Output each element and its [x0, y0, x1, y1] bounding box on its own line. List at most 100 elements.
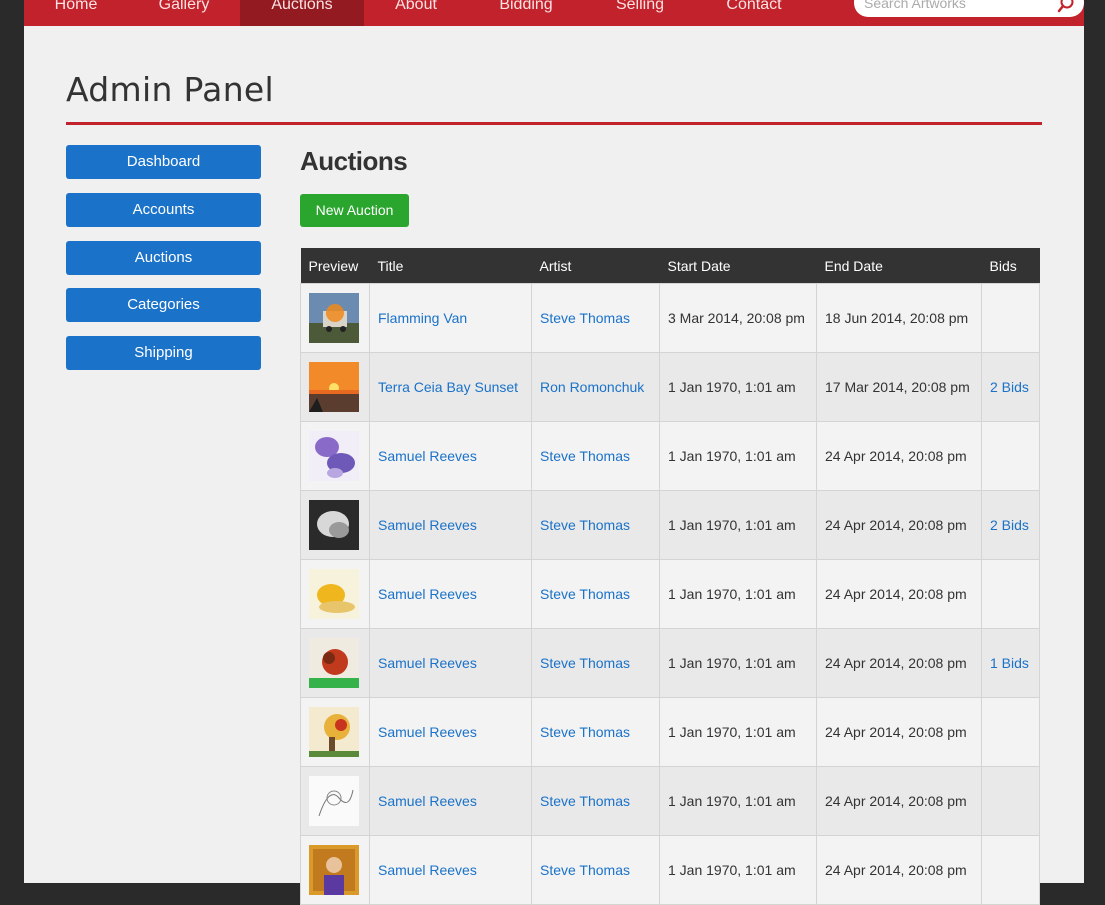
artwork-thumbnail[interactable] — [309, 845, 359, 895]
auction-title-link[interactable]: Samuel Reeves — [378, 724, 477, 740]
end-date-cell: 24 Apr 2014, 20:08 pm — [816, 835, 982, 905]
start-date-cell: 1 Jan 1970, 1:01 am — [659, 559, 817, 629]
sidebar-shipping-button[interactable]: Shipping — [66, 336, 261, 370]
table-row: Flamming Van Steve Thomas 3 Mar 2014, 20:0… — [300, 283, 1040, 353]
artwork-thumbnail[interactable] — [309, 431, 359, 481]
nav-home[interactable]: Home — [36, 0, 116, 26]
title-cell: Samuel Reeves — [369, 628, 532, 698]
sidebar-dashboard-button[interactable]: Dashboard — [66, 145, 261, 179]
nav-about[interactable]: About — [376, 0, 456, 26]
nav-contact[interactable]: Contact — [714, 0, 794, 26]
artwork-thumbnail[interactable] — [309, 707, 359, 757]
preview-cell — [300, 559, 370, 629]
bids-cell — [981, 835, 1040, 905]
auction-title-link[interactable]: Flamming Van — [378, 310, 467, 326]
start-date-cell: 1 Jan 1970, 1:01 am — [659, 697, 817, 767]
artwork-thumbnail[interactable] — [309, 638, 359, 688]
title-cell: Samuel Reeves — [369, 490, 532, 560]
search-input[interactable]: Search Artworks — [854, 0, 1084, 17]
artist-cell: Steve Thomas — [531, 766, 660, 836]
artist-link[interactable]: Steve Thomas — [540, 310, 630, 326]
auction-title-link[interactable]: Samuel Reeves — [378, 862, 477, 878]
preview-cell — [300, 628, 370, 698]
bids-link[interactable]: 2 Bids — [990, 517, 1029, 533]
artist-link[interactable]: Steve Thomas — [540, 517, 630, 533]
search-icon[interactable] — [1056, 0, 1076, 14]
start-date-cell: 3 Mar 2014, 20:08 pm — [659, 283, 817, 353]
title-cell: Samuel Reeves — [369, 559, 532, 629]
nav-bidding[interactable]: Bidding — [486, 0, 566, 26]
artist-link[interactable]: Steve Thomas — [540, 793, 630, 809]
artwork-thumbnail[interactable] — [309, 500, 359, 550]
artwork-thumbnail[interactable] — [309, 569, 359, 619]
artist-link[interactable]: Steve Thomas — [540, 862, 630, 878]
bids-cell: 2 Bids — [981, 490, 1040, 560]
sidebar-categories-button[interactable]: Categories — [66, 288, 261, 322]
end-date-cell: 24 Apr 2014, 20:08 pm — [816, 421, 982, 491]
nav-selling[interactable]: Selling — [600, 0, 680, 26]
section-title: Auctions — [300, 146, 408, 176]
title-cell: Samuel Reeves — [369, 835, 532, 905]
artist-link[interactable]: Steve Thomas — [540, 448, 630, 464]
title-cell: Flamming Van — [369, 283, 532, 353]
new-auction-button[interactable]: New Auction — [300, 194, 409, 227]
artist-cell: Steve Thomas — [531, 835, 660, 905]
bids-cell — [981, 766, 1040, 836]
table-row: Samuel Reeves Steve Thomas 1 Jan 1970, 1:0… — [300, 559, 1040, 629]
preview-cell — [300, 766, 370, 836]
preview-cell — [300, 490, 370, 560]
admin-panel: Admin Panel Dashboard Accounts Auctions … — [24, 26, 1084, 905]
bids-cell — [981, 697, 1040, 767]
table-row: Terra Ceia Bay Sunset Ron Romonchuk 1 Jan … — [300, 352, 1040, 422]
end-date-cell: 24 Apr 2014, 20:08 pm — [816, 697, 982, 767]
artist-cell: Steve Thomas — [531, 490, 660, 560]
nav-gallery[interactable]: Gallery — [144, 0, 224, 26]
bids-link[interactable]: 1 Bids — [990, 655, 1029, 671]
auction-title-link[interactable]: Samuel Reeves — [378, 655, 477, 671]
end-date-cell: 17 Mar 2014, 20:08 pm — [816, 352, 982, 422]
preview-cell — [300, 421, 370, 491]
nav-auctions[interactable]: Auctions — [240, 0, 364, 26]
artist-link[interactable]: Steve Thomas — [540, 655, 630, 671]
auction-title-link[interactable]: Samuel Reeves — [378, 793, 477, 809]
artist-link[interactable]: Steve Thomas — [540, 586, 630, 602]
auction-title-link[interactable]: Samuel Reeves — [378, 448, 477, 464]
preview-cell — [300, 835, 370, 905]
start-date-cell: 1 Jan 1970, 1:01 am — [659, 628, 817, 698]
table-header-row: Preview Title Artist Start Date End Date… — [300, 248, 1040, 284]
artist-cell: Steve Thomas — [531, 628, 660, 698]
end-date-cell: 24 Apr 2014, 20:08 pm — [816, 766, 982, 836]
title-cell: Samuel Reeves — [369, 766, 532, 836]
bids-cell: 2 Bids — [981, 352, 1040, 422]
auctions-table: Preview Title Artist Start Date End Date… — [300, 248, 1040, 905]
sidebar-accounts-button[interactable]: Accounts — [66, 193, 261, 227]
bids-cell: 1 Bids — [981, 628, 1040, 698]
artist-cell: Steve Thomas — [531, 697, 660, 767]
header-title: Title — [369, 248, 532, 284]
end-date-cell: 24 Apr 2014, 20:08 pm — [816, 559, 982, 629]
auction-title-link[interactable]: Samuel Reeves — [378, 517, 477, 533]
preview-cell — [300, 352, 370, 422]
artwork-thumbnail[interactable] — [309, 293, 359, 343]
title-cell: Samuel Reeves — [369, 421, 532, 491]
search-placeholder: Search Artworks — [864, 0, 966, 11]
artist-cell: Steve Thomas — [531, 421, 660, 491]
page-title: Admin Panel — [66, 70, 274, 109]
end-date-cell: 18 Jun 2014, 20:08 pm — [816, 283, 982, 353]
artwork-thumbnail[interactable] — [309, 776, 359, 826]
bids-cell — [981, 283, 1040, 353]
sidebar-auctions-button[interactable]: Auctions — [66, 241, 261, 275]
auction-title-link[interactable]: Terra Ceia Bay Sunset — [378, 379, 518, 395]
preview-cell — [300, 283, 370, 353]
title-cell: Terra Ceia Bay Sunset — [369, 352, 532, 422]
end-date-cell: 24 Apr 2014, 20:08 pm — [816, 490, 982, 560]
table-row: Samuel Reeves Steve Thomas 1 Jan 1970, 1:0… — [300, 835, 1040, 905]
bids-link[interactable]: 2 Bids — [990, 379, 1029, 395]
auction-title-link[interactable]: Samuel Reeves — [378, 586, 477, 602]
artwork-thumbnail[interactable] — [309, 362, 359, 412]
artist-link[interactable]: Steve Thomas — [540, 724, 630, 740]
title-cell: Samuel Reeves — [369, 697, 532, 767]
title-divider — [66, 122, 1042, 125]
start-date-cell: 1 Jan 1970, 1:01 am — [659, 352, 817, 422]
artist-link[interactable]: Ron Romonchuk — [540, 379, 644, 395]
